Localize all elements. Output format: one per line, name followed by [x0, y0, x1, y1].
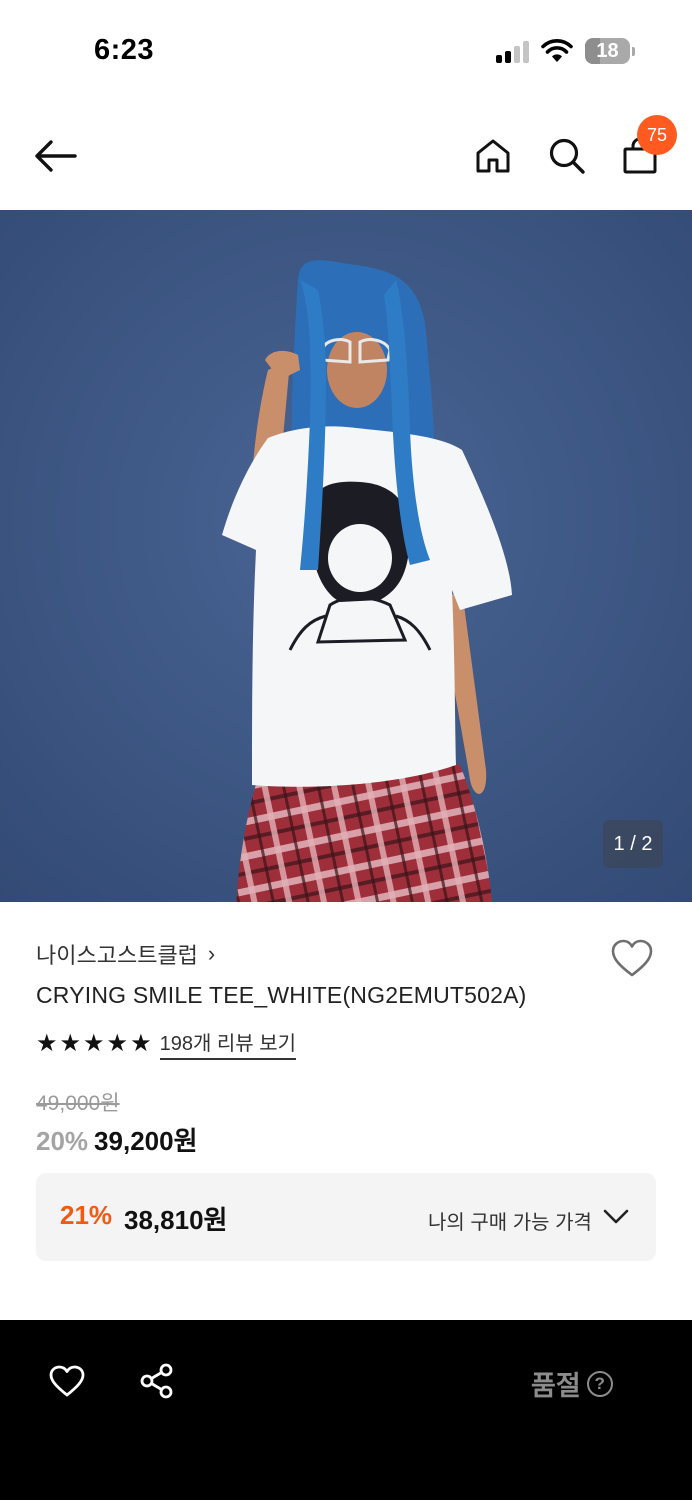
product-photo-illustration: [0, 210, 692, 902]
my-price-label: 나의 구매 가능 가격: [428, 1212, 592, 1234]
heart-outline-icon: [611, 939, 653, 977]
original-price: 49,000원: [36, 1092, 120, 1115]
bottom-action-bar: 품절 ?: [0, 1320, 692, 1500]
cellular-signal-icon: [496, 41, 532, 63]
share-icon: [140, 1363, 173, 1399]
battery-level: 18: [596, 40, 619, 62]
image-counter: 1 / 2: [603, 820, 663, 868]
search-button[interactable]: [539, 128, 595, 184]
battery-icon: 18: [585, 38, 635, 64]
star-icon: ★: [130, 1029, 152, 1057]
chevron-down-icon: [603, 1209, 629, 1224]
rating-stars: ★ ★ ★ ★ ★: [36, 1029, 152, 1059]
status-time: 6:23: [94, 34, 155, 66]
sale-price-row: 20% 39,200원: [36, 1121, 198, 1158]
my-price-panel[interactable]: 21% 38,810원 나의 구매 가능 가격: [36, 1173, 656, 1261]
product-image[interactable]: 1 / 2: [0, 210, 692, 902]
star-icon: ★: [59, 1029, 82, 1057]
status-bar: 6:23 18: [0, 0, 692, 100]
cart-count-badge: 75: [637, 115, 677, 155]
expand-button[interactable]: [600, 1201, 632, 1233]
review-link[interactable]: 198개 리뷰 보기: [159, 1027, 297, 1060]
discount-rate: 20%: [36, 1126, 89, 1156]
wifi-icon: [541, 38, 573, 64]
heart-outline-icon: [49, 1365, 85, 1397]
home-icon: [476, 139, 510, 173]
soldout-label: 품절: [531, 1371, 581, 1401]
home-button[interactable]: [465, 128, 521, 184]
my-discount-rate: 21%: [60, 1200, 113, 1230]
back-button[interactable]: [28, 128, 84, 184]
rating-row: ★ ★ ★ ★ ★ 198개 리뷰 보기: [36, 1027, 297, 1060]
search-icon: [549, 138, 585, 174]
soldout-status: 품절 ?: [531, 1364, 613, 1403]
like-button[interactable]: [44, 1358, 90, 1404]
top-nav: [0, 100, 692, 210]
brand-link[interactable]: 나이스고스트클럽 ›: [36, 938, 215, 970]
share-button[interactable]: [134, 1358, 180, 1404]
product-name: CRYING SMILE TEE_WHITE(NG2EMUT502A): [36, 982, 527, 1008]
help-icon[interactable]: ?: [586, 1370, 613, 1397]
star-icon: ★: [83, 1029, 105, 1057]
star-icon: ★: [36, 1029, 58, 1057]
wishlist-button[interactable]: [606, 933, 658, 983]
star-icon: ★: [106, 1029, 129, 1057]
my-price: 38,810원: [124, 1205, 228, 1235]
arrow-left-icon: [35, 140, 77, 172]
sale-price: 39,200원: [94, 1126, 198, 1156]
chevron-right-icon: ›: [207, 941, 216, 966]
brand-name: 나이스고스트클럽: [36, 943, 198, 968]
